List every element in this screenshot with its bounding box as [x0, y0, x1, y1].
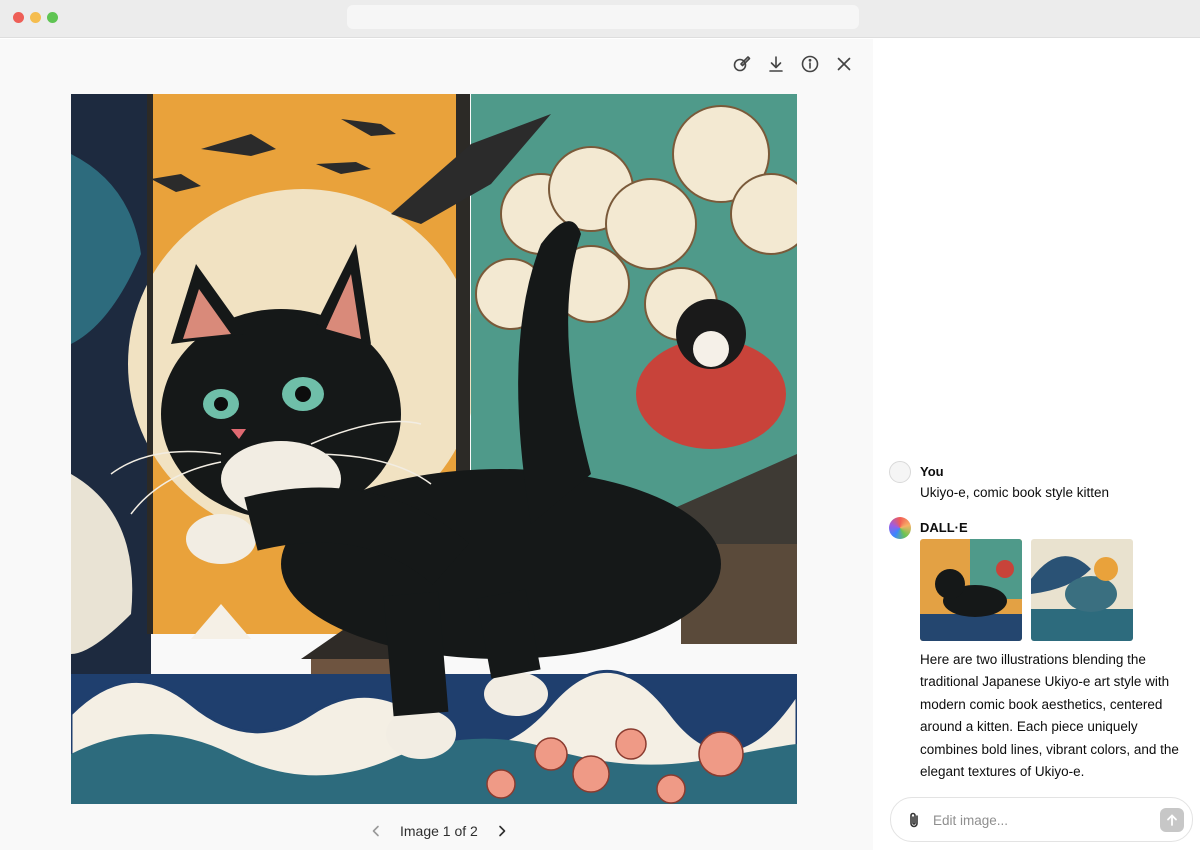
arrow-up-icon — [1167, 814, 1177, 826]
previous-image-button[interactable] — [366, 821, 386, 841]
user-avatar — [889, 461, 911, 483]
send-button[interactable] — [1160, 808, 1184, 832]
minimize-window-button[interactable] — [30, 12, 41, 23]
pager-label: Image 1 of 2 — [400, 823, 478, 839]
info-icon — [801, 55, 819, 73]
chevron-left-icon — [372, 825, 379, 837]
chevron-right-icon — [499, 825, 506, 837]
edit-composer — [890, 797, 1193, 842]
edit-image-button[interactable] — [731, 53, 753, 75]
attach-button[interactable] — [904, 810, 924, 830]
image-viewer: Image 1 of 2 — [0, 39, 873, 850]
dalle-avatar — [889, 517, 911, 539]
assistant-reply: Here are two illustrations blending the … — [920, 652, 1179, 780]
download-button[interactable] — [765, 53, 787, 75]
info-button[interactable] — [799, 53, 821, 75]
address-bar[interactable] — [347, 5, 859, 29]
paperclip-icon — [910, 812, 918, 828]
assistant-name: DALL·E — [920, 520, 968, 535]
download-icon — [769, 56, 783, 72]
thumbnail-image-1[interactable] — [920, 539, 1022, 641]
generated-image — [71, 94, 797, 804]
maximize-window-button[interactable] — [47, 12, 58, 23]
edit-icon — [733, 56, 751, 72]
user-name: You — [920, 464, 944, 479]
edit-image-input[interactable] — [933, 809, 1148, 831]
close-viewer-button[interactable] — [833, 53, 855, 75]
window-titlebar — [0, 0, 1200, 38]
thumbnail-image-2[interactable] — [1031, 539, 1133, 641]
next-image-button[interactable] — [492, 821, 512, 841]
close-window-button[interactable] — [13, 12, 24, 23]
viewer-toolbar — [731, 53, 855, 75]
user-prompt: Ukiyo-e, comic book style kitten — [920, 485, 1110, 500]
image-pager: Image 1 of 2 — [366, 821, 512, 841]
chat-panel: You Ukiyo-e, comic book style kitten DAL… — [873, 39, 1200, 850]
close-icon — [837, 57, 851, 71]
